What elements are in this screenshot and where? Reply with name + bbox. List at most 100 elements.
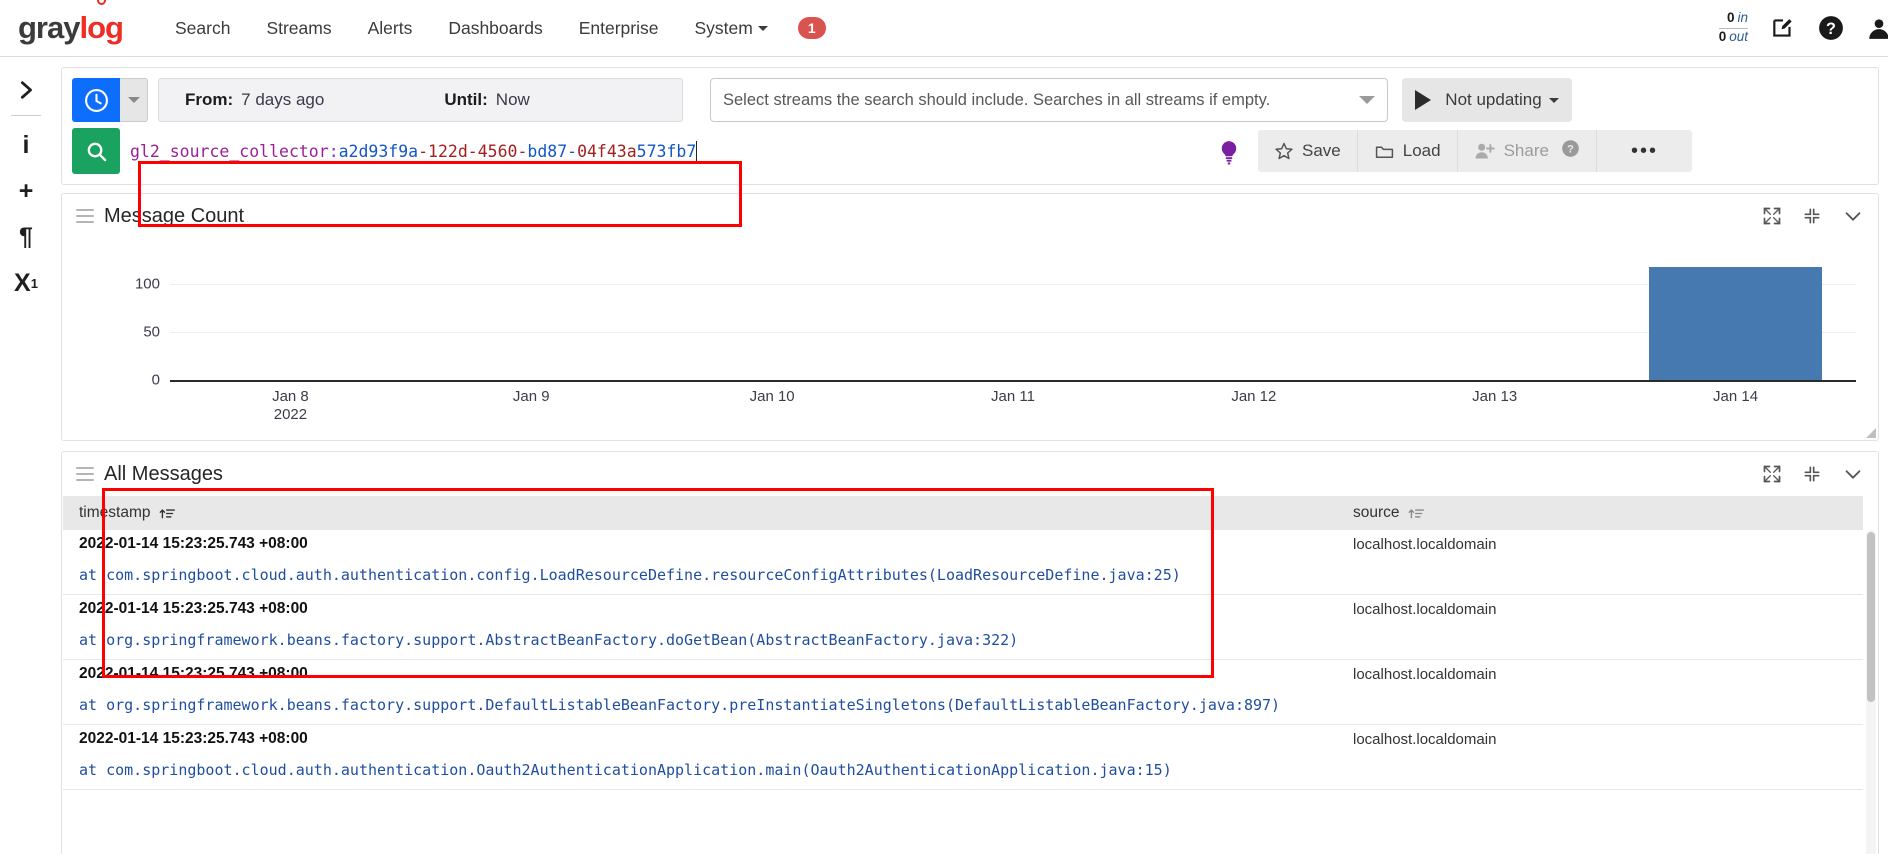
messages-scrollbar[interactable] [1866,530,1876,854]
chart-x-tick-label: Jan 13 [1472,388,1518,405]
magnifier-icon[interactable] [72,128,120,174]
message-row-header: 2022-01-14 15:23:25.743 +08:00 localhost.… [63,660,1863,690]
user-icon[interactable] [1866,15,1888,41]
column-timestamp[interactable]: timestamp [79,504,176,522]
message-timestamp: 2022-01-14 15:23:25.743 +08:00 [79,535,308,552]
until-label: Until: [444,90,488,109]
table-row[interactable]: 2022-01-14 15:23:25.743 +08:00 localhost.… [63,725,1863,790]
brand-dot-icon [95,0,109,7]
fields-info-glyph: i [22,130,30,159]
message-row-header: 2022-01-14 15:23:25.743 +08:00 localhost.… [63,530,1863,560]
clock-icon[interactable] [72,78,120,122]
message-count-chart: 0 50 100 Jan 8 2022 Jan 9 Jan 10 Jan 11 Jan 12 Ja… [62,238,1878,438]
message-body: at org.springframework.beans.factory.sup… [79,631,1019,649]
column-source[interactable]: source [1353,504,1425,522]
save-search-button[interactable]: Save [1258,130,1358,172]
throughput-in-value: 0 [1726,10,1735,26]
query-value-seg-4: 04f43a [577,141,637,161]
drag-handle-icon[interactable] [76,467,94,481]
chart-x-tick-label: Jan 11 [991,388,1035,405]
notification-badge[interactable]: 1 [797,17,826,39]
throughput-in-unit: in [1737,10,1748,26]
scrollbar-thumb[interactable] [1867,532,1875,702]
expand-sidebar-chevron-icon[interactable] [5,67,47,113]
chart-bar[interactable] [1648,266,1823,380]
help-icon[interactable]: ? [1818,15,1844,41]
collapse-icon[interactable] [1802,206,1822,226]
nav-item-enterprise[interactable]: Enterprise [561,12,677,45]
share-search-label: Share [1503,141,1549,160]
chart-gridline [170,284,1856,285]
brand-text-gray: gray [18,10,80,45]
messages-widget-actions [1762,463,1864,485]
nav-item-system[interactable]: System [676,12,785,45]
message-body: at com.springboot.cloud.auth.authenticat… [79,566,1181,584]
search-action-buttons: Save Load Share ? ••• [1258,130,1692,172]
search-query-input[interactable]: gl2_source_collector: a2d93f9a -122d-4560-… [130,128,1278,174]
query-value-seg-3: bd87- [527,141,578,161]
chart-x-tick-label: Jan 10 [749,388,795,405]
table-row[interactable]: 2022-01-14 15:23:25.743 +08:00 localhost.… [63,530,1863,595]
search-bar: From: 7 days ago Until: Now Select strea… [61,67,1879,185]
fields-info-icon[interactable]: i [5,122,47,168]
chart-widget-title: Message Count [104,204,245,227]
drag-handle-icon[interactable] [76,209,94,223]
message-source: localhost.localdomain [1353,666,1497,683]
share-help-icon[interactable]: ? [1561,139,1580,163]
message-timestamp: 2022-01-14 15:23:25.743 +08:00 [79,600,308,617]
more-actions-button[interactable]: ••• [1596,130,1692,172]
message-row-header: 2022-01-14 15:23:25.743 +08:00 localhost.… [63,595,1863,625]
search-controls-row: From: 7 days ago Until: Now [72,78,683,122]
chevron-down-icon [127,97,140,103]
graylog-logo[interactable]: gray log [18,0,124,46]
fullscreen-icon[interactable] [1762,206,1782,226]
star-icon [1275,142,1293,160]
refresh-control-button[interactable]: Not updating [1402,78,1572,122]
nav-item-dashboards[interactable]: Dashboards [430,12,560,45]
column-timestamp-label: timestamp [79,504,151,521]
timerange-dropdown-toggle[interactable] [120,78,148,122]
throughput-out-value: 0 [1718,29,1727,44]
message-timestamp: 2022-01-14 15:23:25.743 +08:00 [79,730,308,747]
query-value-seg-2: -122d-4560- [418,141,528,161]
chart-y-tick-label: 50 [143,323,160,341]
query-value-seg-1: a2d93f9a [338,141,419,161]
chart-widget-header: Message Count [62,194,1878,238]
collapse-icon[interactable] [1802,464,1822,484]
nav-item-alerts[interactable]: Alerts [350,12,431,45]
messages-list: 2022-01-14 15:23:25.743 +08:00 localhost.… [63,530,1863,854]
add-widget-icon[interactable]: + [5,168,47,214]
load-search-button[interactable]: Load [1357,130,1458,172]
throughput-indicator[interactable]: 0 in 0 out [1718,10,1748,46]
undo-redo-subscript-icon[interactable]: X1 [5,260,47,306]
table-row[interactable]: 2022-01-14 15:23:25.743 +08:00 localhost.… [63,595,1863,660]
chevron-down-icon [757,26,768,32]
message-count-widget: Message Count 0 50 100 Jan 8 2022 Jan 9 … [61,193,1879,441]
left-icon-rail: i + ¶ X1 [0,57,52,854]
nav-item-streams[interactable]: Streams [248,12,349,45]
message-row-header: 2022-01-14 15:23:25.743 +08:00 localhost.… [63,725,1863,755]
lightbulb-icon[interactable] [1218,140,1240,166]
chevron-down-icon [1359,96,1375,104]
message-source: localhost.localdomain [1353,731,1497,748]
user-plus-icon [1474,143,1495,159]
query-field-token: gl2_source_collector [130,141,329,161]
stream-selector-placeholder: Select streams the search should include… [723,90,1271,109]
chevron-down-icon[interactable] [1842,205,1864,227]
chevron-down-icon[interactable] [1842,463,1864,485]
sort-icon[interactable] [1408,505,1425,522]
until-value: Now [495,90,530,109]
edit-icon[interactable] [1770,15,1796,41]
sort-icon[interactable] [159,505,176,522]
rail-divider [11,115,41,116]
top-navbar: gray log Search Streams Alerts Dashboard… [0,0,1888,57]
timerange-display[interactable]: From: 7 days ago Until: Now [158,78,683,122]
fullscreen-icon[interactable] [1762,464,1782,484]
highlighting-pilcrow-icon[interactable]: ¶ [5,214,47,260]
resize-handle[interactable] [1864,426,1876,438]
from-value: 7 days ago [241,90,325,109]
table-row[interactable]: 2022-01-14 15:23:25.743 +08:00 localhost.… [63,660,1863,725]
stream-selector[interactable]: Select streams the search should include… [710,78,1388,122]
nav-item-search[interactable]: Search [157,12,248,45]
navbar-right-cluster: 0 in 0 out ? [1718,10,1888,46]
